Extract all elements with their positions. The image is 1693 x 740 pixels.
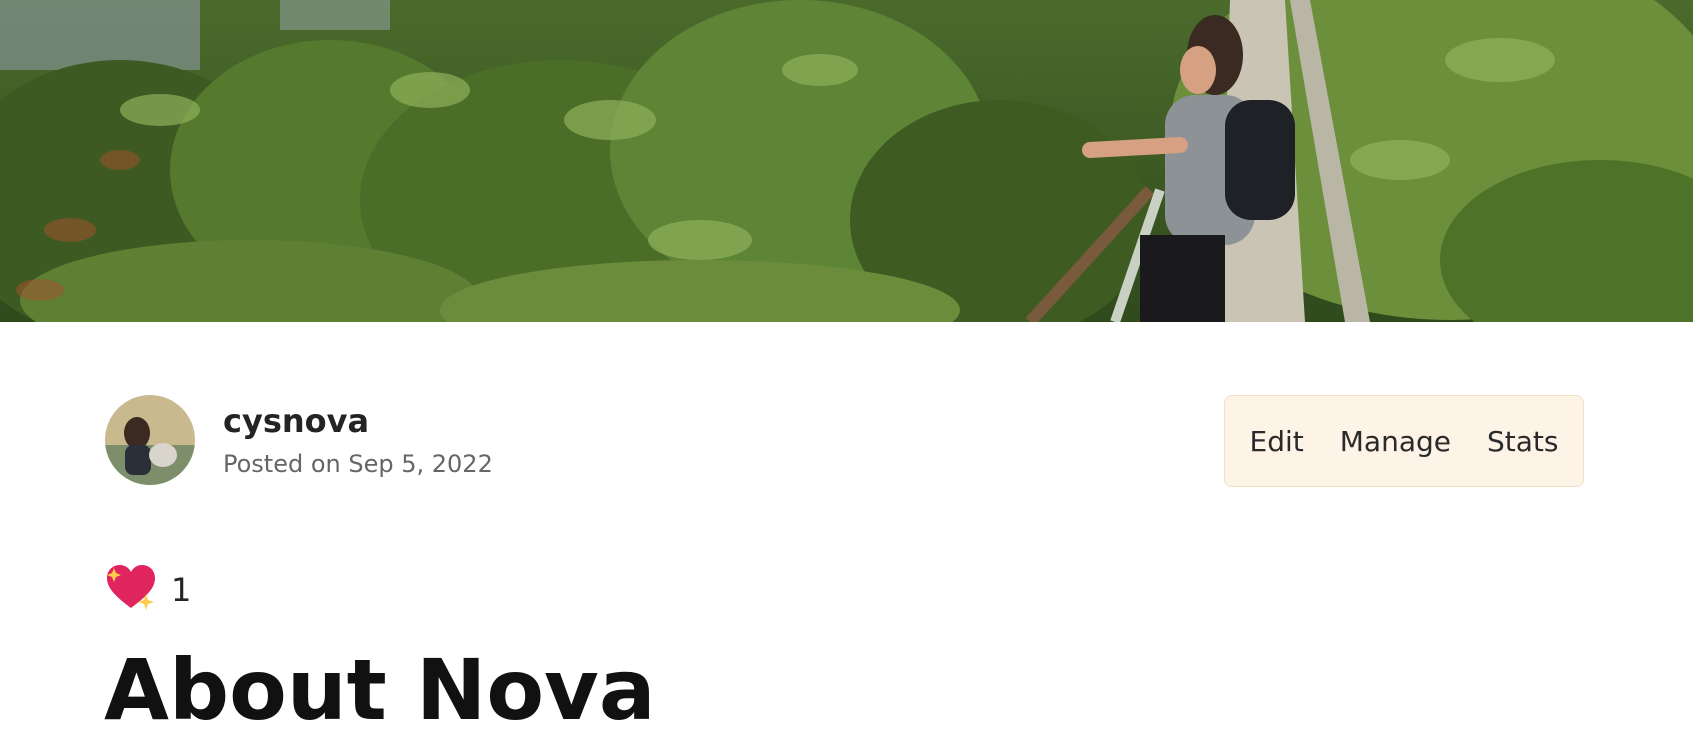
article-meta: cysnova Posted on Sep 5, 2022 xyxy=(105,395,493,485)
stats-button[interactable]: Stats xyxy=(1469,425,1576,458)
posted-date: Posted on Sep 5, 2022 xyxy=(223,450,493,478)
cover-image xyxy=(0,0,1693,322)
article-actions: Edit Manage Stats xyxy=(1224,395,1584,487)
manage-button[interactable]: Manage xyxy=(1322,425,1469,458)
reaction-count: 1 xyxy=(171,571,192,609)
sparkling-heart-icon xyxy=(105,564,157,616)
author-name[interactable]: cysnova xyxy=(223,402,493,440)
edit-button[interactable]: Edit xyxy=(1232,425,1322,458)
reactions[interactable]: 1 xyxy=(105,564,191,616)
cover-photo-hiker xyxy=(0,0,1693,322)
author-avatar[interactable] xyxy=(105,395,195,485)
article-title: About Nova xyxy=(104,641,656,739)
